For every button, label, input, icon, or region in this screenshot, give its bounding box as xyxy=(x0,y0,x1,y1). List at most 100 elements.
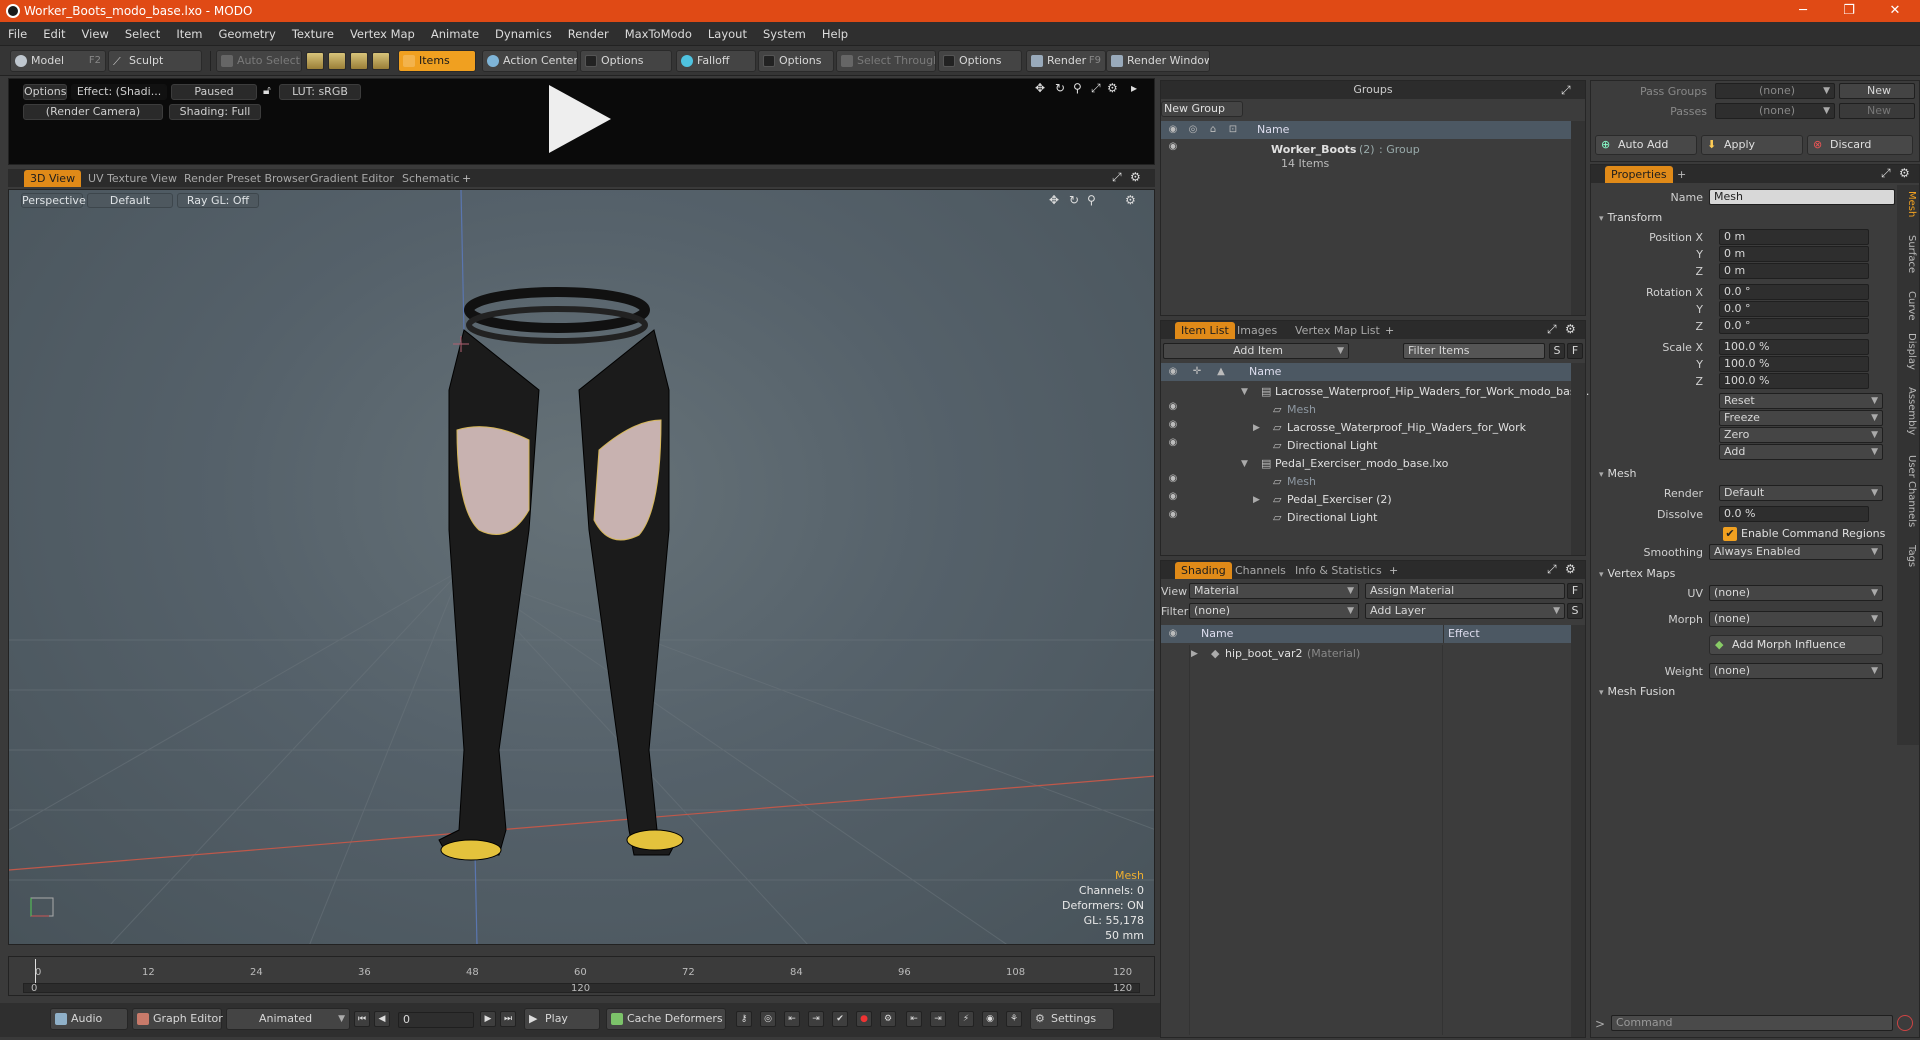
sculpt-mode-button[interactable]: ⟋ Sculpt xyxy=(108,50,202,72)
expand-arrow-icon[interactable]: ▶ xyxy=(1253,419,1260,437)
expand-icon[interactable]: ⤢ xyxy=(1112,170,1122,185)
gear-icon[interactable]: ⚙ xyxy=(1125,193,1136,207)
menu-render[interactable]: Render xyxy=(560,22,617,46)
enable-command-regions-checkbox[interactable]: ✔ xyxy=(1723,527,1737,541)
record-icon[interactable]: ● xyxy=(856,1011,872,1027)
gear-icon[interactable]: ⚙ xyxy=(1130,170,1141,184)
current-frame-field[interactable]: 0 xyxy=(398,1012,474,1028)
model-mode-button[interactable]: Model F2 xyxy=(10,50,106,72)
item-list-row[interactable]: ◉ ▶ ▱ Pedal_Exerciser (2) xyxy=(1161,491,1571,509)
gear-icon[interactable]: ⚙ xyxy=(1107,81,1118,95)
animated-dropdown[interactable]: Animated ▼ xyxy=(226,1008,350,1030)
position-y-input[interactable]: 0 m xyxy=(1719,246,1869,262)
expand-arrow-icon[interactable]: ▼ xyxy=(1241,383,1248,401)
filter-items-input[interactable]: Filter Items xyxy=(1403,343,1545,359)
edges-mode-icon[interactable] xyxy=(328,52,346,70)
item-list-row[interactable]: ▼ ▤ Pedal_Exerciser_modo_base.lxo xyxy=(1161,455,1571,473)
record-channel-icon[interactable]: ◉ xyxy=(982,1011,998,1027)
side-tab-assembly[interactable]: Assembly xyxy=(1899,387,1917,435)
tab-vertex-map-list[interactable]: Vertex Map List xyxy=(1289,322,1386,339)
rotate-icon[interactable]: ↻ xyxy=(1055,81,1065,95)
visibility-icon[interactable]: ◉ xyxy=(1167,473,1179,485)
groups-scrollbar[interactable] xyxy=(1571,121,1585,315)
tab-shading[interactable]: Shading xyxy=(1175,562,1232,579)
graph-editor-button[interactable]: Graph Editor xyxy=(132,1008,223,1030)
last-key-icon[interactable]: ⇥ xyxy=(930,1011,946,1027)
play-button[interactable]: ▶ Play xyxy=(524,1008,600,1030)
transform-section[interactable]: Transform xyxy=(1599,211,1663,224)
add-tab-button[interactable]: + xyxy=(456,170,477,187)
smoothing-dropdown[interactable]: Always Enabled ▼ xyxy=(1709,544,1883,560)
falloff-button[interactable]: Falloff xyxy=(676,50,756,72)
lut-dropdown[interactable]: LUT: sRGB xyxy=(279,84,361,100)
item-list-row[interactable]: ◉ ▶ ▱ Lacrosse_Waterproof_Hip_Waders_for_Wo… xyxy=(1161,419,1571,437)
tab-item-list[interactable]: Item List xyxy=(1175,322,1235,339)
settings-button[interactable]: ⚙ Settings xyxy=(1030,1008,1114,1030)
rotation-x-input[interactable]: 0.0 ° xyxy=(1719,284,1869,300)
dissolve-input[interactable]: 0.0 % xyxy=(1719,506,1869,522)
tab-channels[interactable]: Channels xyxy=(1229,562,1292,579)
preview-paused-button[interactable]: Paused xyxy=(171,84,257,100)
item-list-scrollbar[interactable] xyxy=(1571,363,1585,555)
close-button[interactable]: ✕ xyxy=(1872,0,1918,22)
items-mode-button[interactable]: Items xyxy=(398,50,476,72)
filter-dropdown[interactable]: (none) ▼ xyxy=(1189,603,1359,619)
tab-images[interactable]: Images xyxy=(1231,322,1283,339)
side-tab-user-channels[interactable]: User Channels xyxy=(1899,455,1917,527)
polygons-mode-icon[interactable] xyxy=(350,52,368,70)
position-z-input[interactable]: 0 m xyxy=(1719,263,1869,279)
item-name-input[interactable]: Mesh xyxy=(1709,189,1895,205)
play-icon[interactable] xyxy=(549,85,611,153)
cache-deformers-button[interactable]: Cache Deformers xyxy=(606,1008,726,1030)
menu-geometry[interactable]: Geometry xyxy=(211,22,284,46)
add-dropdown[interactable]: Add ▼ xyxy=(1719,444,1883,460)
expand-icon[interactable]: ⤢ xyxy=(1547,322,1557,337)
filter-mode-button[interactable]: F xyxy=(1567,343,1583,359)
first-key-icon[interactable]: ⇤ xyxy=(906,1011,922,1027)
expand-arrow-icon[interactable]: ▶ xyxy=(1253,491,1260,509)
menu-select[interactable]: Select xyxy=(117,22,168,46)
menu-item[interactable]: Item xyxy=(168,22,210,46)
mesh-section[interactable]: Mesh xyxy=(1599,467,1637,480)
visibility-icon[interactable]: ◉ xyxy=(1167,141,1179,153)
shading-dropdown[interactable]: Shading: Full xyxy=(169,104,261,120)
side-tab-curve[interactable]: Curve xyxy=(1899,291,1917,321)
go-end-icon[interactable]: ⏭ xyxy=(500,1011,516,1027)
go-start-icon[interactable]: ⏮ xyxy=(354,1011,370,1027)
pass-groups-dropdown[interactable]: (none) ▼ xyxy=(1715,83,1835,99)
new-group-button[interactable]: New Group xyxy=(1161,101,1243,117)
vertex-maps-section[interactable]: Vertex Maps xyxy=(1599,567,1676,580)
render-camera-dropdown[interactable]: (Render Camera) xyxy=(23,104,163,120)
next-key-icon[interactable]: ⇥ xyxy=(808,1011,824,1027)
add-tab-button[interactable]: + xyxy=(1671,166,1692,183)
move-icon[interactable]: ✥ xyxy=(1035,81,1045,95)
weight-dropdown[interactable]: (none) ▼ xyxy=(1709,663,1883,679)
freeze-dropdown[interactable]: Freeze ▼ xyxy=(1719,410,1883,426)
menu-dynamics[interactable]: Dynamics xyxy=(487,22,560,46)
position-x-input[interactable]: 0 m xyxy=(1719,229,1869,245)
tab-properties[interactable]: Properties xyxy=(1605,166,1673,183)
search-mode-button[interactable]: S xyxy=(1549,343,1565,359)
preview-effect-dropdown[interactable]: Effect: (Shadi... xyxy=(71,84,167,100)
auto-add-button[interactable]: ⊕ Auto Add xyxy=(1595,135,1697,155)
new-pass-button[interactable]: New xyxy=(1839,103,1915,119)
perspective-dropdown[interactable]: Perspective xyxy=(21,193,86,208)
add-item-dropdown[interactable]: Add Item ▼ xyxy=(1163,343,1349,359)
menu-layout[interactable]: Layout xyxy=(700,22,755,46)
menu-maxtomodo[interactable]: MaxToModo xyxy=(617,22,700,46)
menu-animate[interactable]: Animate xyxy=(423,22,487,46)
orbit-icon[interactable]: ↻ xyxy=(1069,193,1079,207)
preview-options-button[interactable]: Options xyxy=(23,84,67,100)
raygl-dropdown[interactable]: Ray GL: Off xyxy=(177,193,259,208)
shading-scrollbar[interactable] xyxy=(1571,625,1585,1037)
auto-key-icon[interactable]: ◎ xyxy=(760,1011,776,1027)
zero-dropdown[interactable]: Zero ▼ xyxy=(1719,427,1883,443)
morph-dropdown[interactable]: (none) ▼ xyxy=(1709,611,1883,627)
channels-icon[interactable]: ⚡ xyxy=(958,1011,974,1027)
maximize-button[interactable]: ❐ xyxy=(1826,0,1872,22)
reset-dropdown[interactable]: Reset ▼ xyxy=(1719,393,1883,409)
zoom-icon[interactable]: ⚲ xyxy=(1087,193,1096,207)
gear-icon[interactable]: ⚙ xyxy=(1565,562,1576,576)
apply-button[interactable]: ⬇ Apply xyxy=(1701,135,1803,155)
expand-arrow-icon[interactable]: ▶ xyxy=(1191,645,1198,663)
